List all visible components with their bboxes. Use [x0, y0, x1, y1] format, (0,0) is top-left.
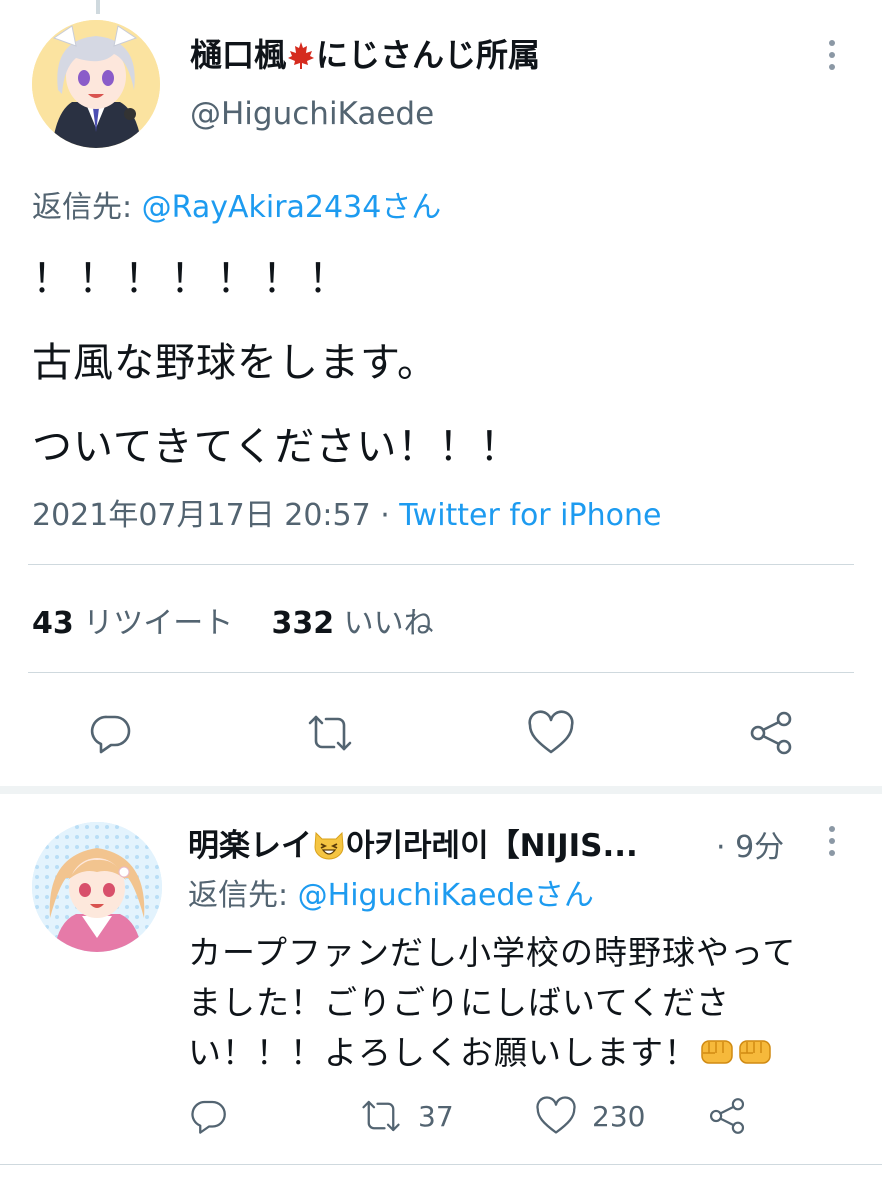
- share-icon: [709, 1098, 745, 1134]
- likes-stat[interactable]: 332 いいね: [271, 606, 433, 641]
- main-tweet-text-line-2: 古風な野球をします。: [32, 340, 438, 386]
- retweet-icon: [362, 1100, 400, 1132]
- reply-reply-to-user-link[interactable]: @HiguchiKaedeさん: [298, 878, 594, 913]
- reply-icon: [191, 1100, 226, 1134]
- retweet-count: 43: [32, 606, 74, 641]
- main-reply-to-label: 返信先:: [32, 190, 142, 225]
- main-tweet-actions: [0, 706, 882, 760]
- divider: [28, 564, 854, 565]
- main-tweet-timestamp: 2021年07月17日 20:57: [32, 498, 371, 533]
- main-author-avatar[interactable]: [32, 20, 160, 148]
- reply-text-line-2: ました！ごりごりにしばいてくださ: [188, 983, 731, 1022]
- reply-more-options-icon[interactable]: [827, 826, 837, 856]
- reply-author-name-pre: 明楽レイ: [188, 828, 312, 864]
- divider: [0, 1164, 882, 1165]
- reply-text-line-3-text: い！！！よろしくお願いします！: [188, 1033, 698, 1072]
- reply-reply-to: 返信先: @HiguchiKaedeさん: [188, 870, 594, 914]
- reply-reply-action[interactable]: [188, 1092, 230, 1140]
- reply-like-count: 230: [592, 1099, 646, 1133]
- like-icon: [536, 1096, 576, 1134]
- reply-text-line-1: カープファンだし小学校の時野球やって: [188, 933, 797, 972]
- main-tweet-text-line-3: ついてきてください！！！: [32, 424, 521, 470]
- retweets-stat[interactable]: 43 リツイート: [32, 606, 233, 641]
- more-options-icon[interactable]: [827, 40, 837, 70]
- divider: [28, 672, 854, 673]
- maple-leaf-icon: [286, 39, 316, 74]
- oncoming-fist-emoji: [698, 1033, 736, 1077]
- like-icon[interactable]: [524, 706, 578, 760]
- section-separator: [0, 786, 882, 794]
- main-tweet-meta: 2021年07月17日 20:57 · Twitter for iPhone: [32, 490, 661, 534]
- main-tweet-stats: 43 リツイート 332 いいね: [32, 598, 434, 642]
- reply-author-avatar[interactable]: [32, 822, 162, 952]
- main-author-name[interactable]: 樋口楓 にじさんじ所属: [190, 30, 540, 76]
- retweet-icon[interactable]: [303, 706, 357, 760]
- thread-line: [96, 0, 100, 14]
- main-reply-to: 返信先: @RayAkira2434さん: [32, 182, 441, 226]
- reply-like-action[interactable]: 230: [534, 1092, 645, 1140]
- retweet-label: リツイート: [83, 606, 234, 641]
- share-icon[interactable]: [744, 706, 798, 760]
- reply-text-line-3: い！！！よろしくお願いします！: [188, 1026, 774, 1077]
- oncoming-fist-emoji: [736, 1033, 774, 1077]
- like-label: いいね: [343, 606, 434, 641]
- reply-time[interactable]: · 9分: [716, 822, 784, 866]
- reply-reply-to-label: 返信先:: [188, 878, 298, 913]
- main-author-handle[interactable]: @HiguchiKaede: [190, 96, 434, 132]
- main-tweet-text-line-1: ！！！！！！！: [32, 256, 354, 302]
- main-author-name-pre: 樋口楓: [190, 36, 287, 74]
- reply-author-name-post: 아키라레이【NIJIS...: [346, 828, 638, 864]
- reply-author-name[interactable]: 明楽レイ 아키라레이【NIJIS...: [188, 820, 638, 865]
- reply-share-action[interactable]: [706, 1092, 748, 1140]
- reply-retweet-count: 37: [418, 1099, 454, 1133]
- meta-separator: ·: [370, 498, 400, 533]
- tweet-source-link[interactable]: Twitter for iPhone: [399, 498, 661, 533]
- grinning-cat-emoji: [312, 828, 346, 864]
- main-reply-to-user-link[interactable]: @RayAkira2434さん: [142, 190, 442, 225]
- like-count: 332: [271, 606, 335, 641]
- reply-retweet-action[interactable]: 37: [358, 1092, 454, 1140]
- main-author-name-post: にじさんじ所属: [316, 36, 541, 74]
- reply-icon[interactable]: [84, 706, 138, 760]
